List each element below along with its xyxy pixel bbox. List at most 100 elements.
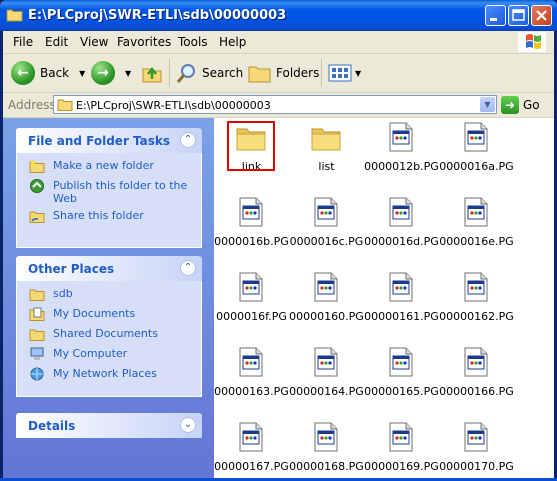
toolbar-separator — [321, 59, 322, 87]
file-name: 0000012b.PG — [364, 160, 439, 173]
file-item[interactable]: 0000016b.PG — [214, 193, 289, 255]
file-item[interactable]: 0000012b.PG — [364, 118, 439, 180]
file-item[interactable]: 00000169.PG — [364, 418, 439, 478]
other-places-body: sdb My Documents Shared Documents My Com… — [16, 281, 202, 397]
file-name: 00000163.PG — [214, 385, 289, 398]
maximize-button[interactable] — [508, 5, 529, 26]
file-name: 0000016c.PG — [289, 235, 364, 248]
collapse-icon[interactable]: ⌃ — [180, 260, 196, 276]
search-label: Search — [202, 66, 244, 80]
pg-file-icon — [389, 272, 413, 302]
file-name: 00000169.PG — [364, 460, 439, 473]
file-name: 0000016e.PG — [439, 235, 514, 248]
menu-file[interactable]: File — [13, 35, 33, 49]
close-button[interactable] — [531, 5, 552, 26]
pg-file-icon — [389, 197, 413, 227]
forward-dropdown-icon[interactable]: ▼ — [125, 69, 131, 78]
file-folder-tasks-panel: File and Folder Tasks ⌃ Make a new folde… — [16, 128, 202, 248]
minimize-icon — [490, 18, 497, 21]
address-value: E:\PLCproj\SWR-ETLI\sdb\00000003 — [76, 99, 271, 112]
address-bar: Address E:\PLCproj\SWR-ETLI\sdb\00000003… — [3, 93, 554, 118]
pg-file-icon — [239, 347, 263, 377]
share-folder-icon — [29, 211, 45, 223]
place-my-computer[interactable]: My Computer — [17, 347, 201, 367]
folders-label: Folders — [276, 66, 320, 80]
file-item[interactable]: 0000016f.PG — [214, 268, 289, 330]
place-my-network-places[interactable]: My Network Places — [17, 367, 201, 387]
menu-favorites[interactable]: Favorites — [117, 35, 171, 49]
file-item[interactable]: 0000016a.PG — [439, 118, 514, 180]
file-name: 00000168.PG — [289, 460, 364, 473]
file-item[interactable]: 00000161.PG — [364, 268, 439, 330]
menu-tools[interactable]: Tools — [178, 35, 208, 49]
pg-file-icon — [314, 272, 338, 302]
task-publish-to-web[interactable]: Publish this folder to the Web — [17, 179, 201, 209]
file-item[interactable]: 00000162.PG — [439, 268, 514, 330]
address-input[interactable]: E:\PLCproj\SWR-ETLI\sdb\00000003 ▼ — [53, 95, 497, 114]
toolbar-separator — [169, 59, 170, 87]
title-bar[interactable]: E:\PLCproj\SWR-ETLI\sdb\00000003 — [0, 0, 557, 31]
file-folder-tasks-header[interactable]: File and Folder Tasks ⌃ — [16, 128, 202, 153]
menu-edit[interactable]: Edit — [45, 35, 68, 49]
file-list: link list 0000012b.PG 0000016a.PG 0000016b.P… — [214, 118, 554, 478]
place-shared-documents[interactable]: Shared Documents — [17, 327, 201, 347]
folders-button[interactable]: Folders — [248, 61, 319, 85]
minimize-button[interactable] — [485, 5, 506, 26]
task-make-new-folder[interactable]: Make a new folder — [17, 159, 201, 179]
pg-file-icon — [314, 347, 338, 377]
back-button[interactable]: ← Back ▼ — [11, 61, 85, 85]
go-arrow-icon: ➜ — [501, 96, 519, 114]
folder-item[interactable]: list — [289, 118, 364, 180]
file-name: 00000164.PG — [289, 385, 364, 398]
go-button[interactable]: ➜ Go — [501, 96, 540, 114]
file-item[interactable]: 0000016d.PG — [364, 193, 439, 255]
up-folder-icon — [142, 66, 162, 83]
details-header[interactable]: Details ⌄ — [16, 413, 202, 438]
pg-file-icon — [389, 122, 413, 152]
search-button[interactable]: Search — [176, 61, 243, 85]
file-item[interactable]: 00000167.PG — [214, 418, 289, 478]
pg-file-icon — [464, 122, 488, 152]
search-icon — [176, 64, 195, 83]
file-item[interactable]: 0000016e.PG — [439, 193, 514, 255]
pg-file-icon — [464, 197, 488, 227]
file-item[interactable]: 00000170.PG — [439, 418, 514, 478]
back-dropdown-icon[interactable]: ▼ — [79, 69, 85, 78]
file-item[interactable]: 00000164.PG — [289, 343, 364, 405]
file-name: 00000162.PG — [439, 310, 514, 323]
file-item[interactable]: 00000163.PG — [214, 343, 289, 405]
file-item[interactable]: 0000016c.PG — [289, 193, 364, 255]
file-name: 00000165.PG — [364, 385, 439, 398]
file-item[interactable]: 00000168.PG — [289, 418, 364, 478]
panel-title: Details — [28, 419, 76, 433]
up-folder-button[interactable] — [141, 61, 163, 85]
pg-file-icon — [239, 197, 263, 227]
windows-logo-icon — [518, 32, 546, 52]
pg-file-icon — [314, 422, 338, 452]
views-button[interactable]: ▼ — [328, 61, 361, 85]
shared-folder-icon — [29, 329, 45, 341]
task-label: Share this folder — [53, 209, 144, 222]
collapse-icon[interactable]: ⌃ — [180, 132, 196, 148]
place-label: Shared Documents — [53, 327, 158, 340]
other-places-header[interactable]: Other Places ⌃ — [16, 256, 202, 281]
place-sdb[interactable]: sdb — [17, 287, 201, 307]
explorer-window: E:\PLCproj\SWR-ETLI\sdb\00000003 File Ed… — [0, 0, 557, 481]
expand-icon[interactable]: ⌄ — [180, 417, 196, 433]
menu-view[interactable]: View — [80, 35, 108, 49]
menu-help[interactable]: Help — [219, 35, 246, 49]
place-my-documents[interactable]: My Documents — [17, 307, 201, 327]
forward-button[interactable]: → ▼ — [91, 61, 131, 85]
go-label: Go — [523, 98, 540, 112]
pg-file-icon — [239, 272, 263, 302]
file-item[interactable]: 00000160.PG — [289, 268, 364, 330]
window-title: E:\PLCproj\SWR-ETLI\sdb\00000003 — [28, 8, 287, 23]
file-item[interactable]: 00000165.PG — [364, 343, 439, 405]
place-label: My Documents — [53, 307, 136, 320]
file-item[interactable]: 00000166.PG — [439, 343, 514, 405]
file-name: 00000166.PG — [439, 385, 514, 398]
network-places-icon — [30, 367, 44, 381]
task-share-folder[interactable]: Share this folder — [17, 209, 201, 229]
address-dropdown-icon[interactable]: ▼ — [480, 97, 495, 112]
publish-web-icon — [30, 179, 44, 193]
